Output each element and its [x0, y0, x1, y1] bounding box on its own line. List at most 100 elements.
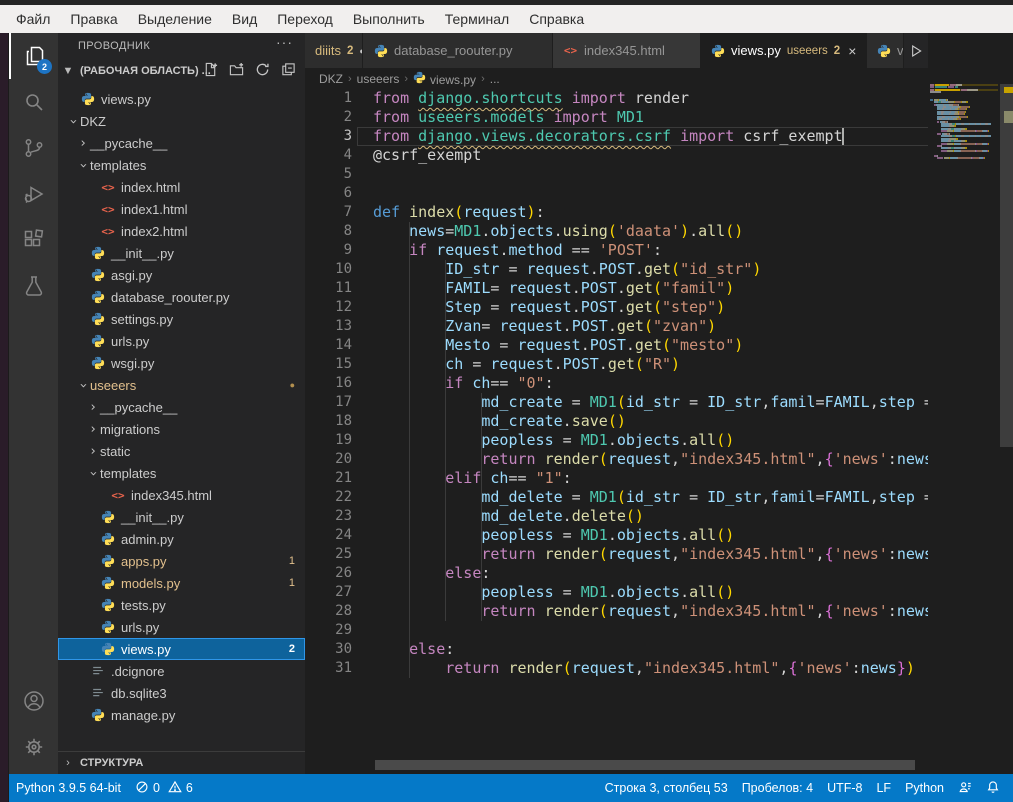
- tree-item-migrations[interactable]: ›migrations: [58, 418, 305, 440]
- activity-settings-button[interactable]: [9, 724, 58, 770]
- code-line-content: from django.views.decorators.csrf import…: [373, 127, 843, 146]
- breadcrumb-item-useeers[interactable]: useeers: [357, 72, 400, 86]
- line-number: 27: [305, 583, 352, 602]
- tree-item-label: index345.html: [131, 488, 212, 503]
- tree-item-index.html[interactable]: <>index.html: [58, 176, 305, 198]
- activity-explorer-button[interactable]: 2: [9, 33, 58, 79]
- explorer-more-actions[interactable]: ···: [276, 34, 293, 50]
- tab-vie[interactable]: vie: [867, 33, 904, 68]
- tree-item-views.py[interactable]: views.py: [58, 88, 305, 110]
- activity-run-debug-button[interactable]: [9, 171, 58, 217]
- tree-item-__pycache__[interactable]: ›__pycache__: [58, 132, 305, 154]
- code-line-content: else:: [373, 640, 454, 659]
- tab-diiits[interactable]: diiits2●: [305, 33, 363, 68]
- run-button[interactable]: [905, 40, 927, 62]
- tree-item-asgi.py[interactable]: asgi.py: [58, 264, 305, 286]
- tree-item-index345.html[interactable]: <> index345.html: [58, 484, 305, 506]
- tree-item-database_roouter.py[interactable]: database_roouter.py: [58, 286, 305, 308]
- tab-database_roouter.py[interactable]: database_roouter.py: [363, 33, 553, 68]
- breadcrumb-item-...[interactable]: ...: [490, 72, 500, 86]
- chevron-down-icon: ›: [76, 158, 91, 172]
- status-encoding[interactable]: UTF-8: [820, 774, 869, 802]
- code-editor[interactable]: 1from django.shortcuts import render2fro…: [305, 89, 1013, 764]
- tree-item-templates[interactable]: ›templates: [58, 154, 305, 176]
- tree-item-urls.py[interactable]: urls.py: [58, 616, 305, 638]
- menu-item-2[interactable]: Правка: [60, 5, 127, 33]
- status-eol[interactable]: LF: [869, 774, 898, 802]
- code-line-content: def index(request):: [373, 203, 545, 222]
- python-icon: [100, 619, 116, 635]
- tree-item-useeers[interactable]: ›useeers●: [58, 374, 305, 396]
- new-folder-icon[interactable]: [227, 60, 245, 78]
- breadcrumb-label: ...: [490, 72, 500, 86]
- line-number: 3: [305, 127, 352, 146]
- menu-item-4[interactable]: Вид: [222, 5, 267, 33]
- vertical-scrollbar[interactable]: [1000, 33, 1013, 764]
- code-line-content: @csrf_exempt: [373, 146, 481, 165]
- tab-views.py[interactable]: views.pyuseeers2×: [701, 33, 867, 68]
- activity-testing-button[interactable]: [9, 263, 58, 309]
- menu-item-8[interactable]: Справка: [519, 5, 594, 33]
- tree-item-__pycache__[interactable]: ›__pycache__: [58, 396, 305, 418]
- menu-item-6[interactable]: Выполнить: [343, 5, 435, 33]
- tree-item-.dcignore[interactable]: .dcignore: [58, 660, 305, 682]
- tree-item-manage.py[interactable]: manage.py: [58, 704, 305, 726]
- tree-item-apps.py[interactable]: apps.py1: [58, 550, 305, 572]
- menu-item-5[interactable]: Переход: [267, 5, 343, 33]
- line-number: 18: [305, 412, 352, 431]
- breadcrumb-item-DKZ[interactable]: DKZ: [319, 72, 343, 86]
- code-line-20: 20 return render(request,"index345.html"…: [305, 450, 1013, 469]
- refresh-icon[interactable]: [253, 60, 271, 78]
- tree-item-index2.html[interactable]: <>index2.html: [58, 220, 305, 242]
- menu-item-1[interactable]: Файл: [6, 5, 60, 33]
- explorer-title: ПРОВОДНИК: [58, 40, 150, 52]
- status-feedback[interactable]: [951, 774, 979, 802]
- breadcrumb-item-views.py[interactable]: views.py: [413, 71, 476, 87]
- tree-item-models.py[interactable]: models.py1: [58, 572, 305, 594]
- html-icon: <>: [110, 487, 126, 503]
- code-line-29: 29: [305, 621, 1013, 640]
- tree-item-tests.py[interactable]: tests.py: [58, 594, 305, 616]
- tree-item-__init__.py[interactable]: __init__.py: [58, 506, 305, 528]
- tab-bar: diiits2●database_roouter.py<>index345.ht…: [305, 33, 1013, 68]
- tree-item-settings.py[interactable]: settings.py: [58, 308, 305, 330]
- tree-item-urls.py[interactable]: urls.py: [58, 330, 305, 352]
- status-language-mode[interactable]: Python: [898, 774, 951, 802]
- activity-extensions-button[interactable]: [9, 217, 58, 263]
- tab-badge: 2: [834, 45, 840, 57]
- collapse-all-icon[interactable]: [279, 60, 297, 78]
- settings-icon: [22, 735, 46, 759]
- menu-item-7[interactable]: Терминал: [435, 5, 519, 33]
- tree-item-static[interactable]: ›static: [58, 440, 305, 462]
- breadcrumb[interactable]: DKZ›useeers›views.py›...: [305, 68, 1013, 89]
- horizontal-scrollbar-thumb[interactable]: [375, 760, 915, 770]
- tree-item-__init__.py[interactable]: __init__.py: [58, 242, 305, 264]
- vertical-scrollbar-thumb[interactable]: [1000, 84, 1013, 447]
- tree-item-views.py[interactable]: views.py2: [58, 638, 305, 660]
- new-file-icon[interactable]: [201, 60, 219, 78]
- status-problems[interactable]: 06: [128, 774, 200, 802]
- activity-source-control-button[interactable]: [9, 125, 58, 171]
- tree-item-templates[interactable]: ›templates: [58, 462, 305, 484]
- python-icon: [90, 245, 106, 261]
- status-python-version[interactable]: Python 3.9.5 64-bit: [9, 774, 128, 802]
- close-icon[interactable]: ×: [848, 43, 856, 59]
- outline-section-header[interactable]: › СТРУКТУРА: [58, 751, 305, 774]
- line-number: 23: [305, 507, 352, 526]
- activity-search-button[interactable]: [9, 79, 58, 125]
- tree-item-wsgi.py[interactable]: wsgi.py: [58, 352, 305, 374]
- status-cursor-position[interactable]: Строка 3, столбец 53: [598, 774, 735, 802]
- tree-item-admin.py[interactable]: admin.py: [58, 528, 305, 550]
- minimap[interactable]: [928, 33, 1000, 764]
- tree-item-db.sqlite3[interactable]: db.sqlite3: [58, 682, 305, 704]
- source-control-icon: [22, 136, 46, 160]
- status-indentation[interactable]: Пробелов: 4: [735, 774, 820, 802]
- code-line-content: md_create.save(): [373, 412, 626, 431]
- activity-account-button[interactable]: [9, 678, 58, 724]
- tree-item-label: templates: [100, 466, 156, 481]
- tree-item-index1.html[interactable]: <>index1.html: [58, 198, 305, 220]
- tab-index345.html[interactable]: <>index345.html: [553, 33, 701, 68]
- tree-item-DKZ[interactable]: ›DKZ: [58, 110, 305, 132]
- status-notifications[interactable]: [979, 774, 1007, 802]
- menu-item-3[interactable]: Выделение: [128, 5, 222, 33]
